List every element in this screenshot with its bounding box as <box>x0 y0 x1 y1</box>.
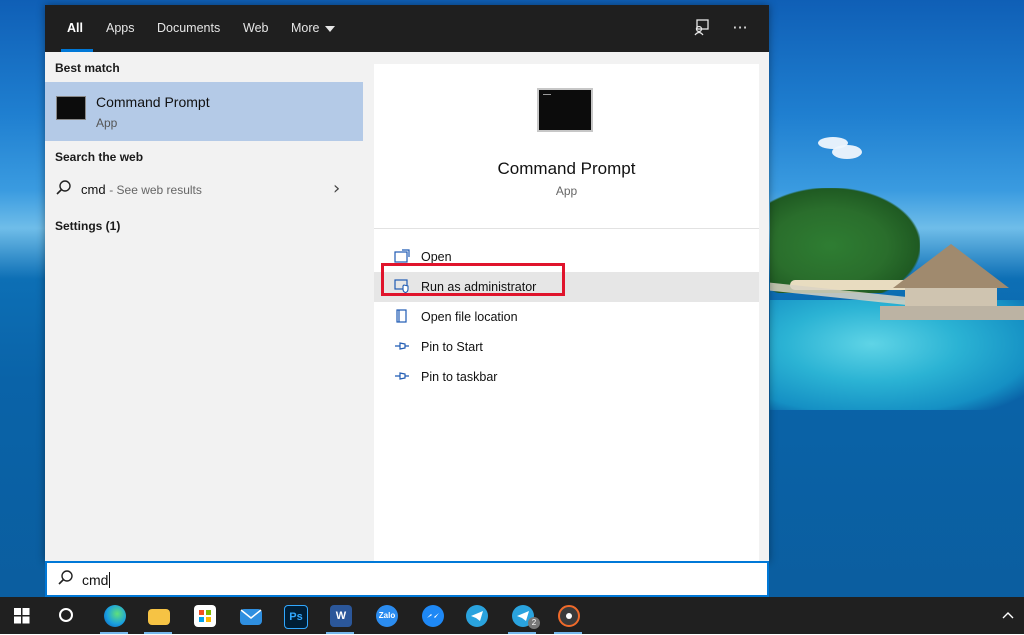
action-open-file-location[interactable]: Open file location <box>374 302 759 332</box>
web-result-item[interactable]: cmd - See web results › <box>45 176 363 204</box>
pin-icon <box>394 369 410 383</box>
open-icon <box>394 249 410 263</box>
edge-icon <box>104 605 126 627</box>
cloud <box>832 145 862 159</box>
start-button[interactable] <box>0 597 44 634</box>
taskbar-edge[interactable] <box>92 597 136 634</box>
taskbar-messenger[interactable] <box>410 597 454 634</box>
web-result-text: cmd - See web results <box>81 182 202 197</box>
action-label: Open file location <box>421 310 518 324</box>
action-label: Pin to taskbar <box>421 370 498 384</box>
start-search-panel: All Apps Documents Web More ··· Best mat… <box>45 5 769 562</box>
preview-pane: Command Prompt App Open Run as administr… <box>374 64 759 562</box>
taskbar: Ps W Zalo 2 <box>0 597 1024 634</box>
cortana-button[interactable] <box>44 597 88 634</box>
taskbar-media-player[interactable] <box>546 597 590 634</box>
telegram-icon <box>466 605 488 627</box>
best-match-subtitle: App <box>96 116 118 130</box>
taskbar-word[interactable]: W <box>318 597 362 634</box>
search-tabs-bar: All Apps Documents Web More ··· <box>45 5 769 52</box>
action-pin-to-taskbar[interactable]: Pin to taskbar <box>374 362 759 392</box>
windows-logo-icon <box>14 608 30 624</box>
tab-more[interactable]: More <box>291 5 336 52</box>
text-cursor <box>109 572 111 588</box>
notification-badge: 2 <box>528 617 540 629</box>
media-player-icon <box>558 605 580 627</box>
chevron-right-icon: › <box>333 178 341 199</box>
search-icon <box>57 569 75 591</box>
messenger-icon <box>422 605 444 627</box>
taskbar-telegram[interactable] <box>454 597 498 634</box>
web-query: cmd <box>81 182 106 197</box>
web-result-suffix: - See web results <box>109 183 202 197</box>
store-bag-icon <box>194 605 216 627</box>
taskbar-store[interactable] <box>182 597 226 634</box>
preview-subtitle: App <box>555 184 578 198</box>
deck <box>880 306 1024 320</box>
pin-icon <box>394 339 410 353</box>
best-match-item[interactable]: Command Prompt App <box>45 82 363 141</box>
tab-documents[interactable]: Documents <box>157 5 220 52</box>
caret-down-icon <box>325 25 336 32</box>
taskbar-zalo[interactable]: Zalo <box>364 597 408 634</box>
zalo-icon: Zalo <box>376 605 398 627</box>
best-match-heading: Best match <box>55 61 120 75</box>
hut <box>905 288 997 308</box>
tab-apps[interactable]: Apps <box>106 5 135 52</box>
taskbar-telegram-2[interactable]: 2 <box>500 597 544 634</box>
folder-icon <box>148 609 170 625</box>
file-location-icon <box>394 309 410 323</box>
tab-more-label: More <box>291 21 320 35</box>
more-options-icon[interactable]: ··· <box>730 18 750 38</box>
preview-title: Command Prompt <box>497 159 636 178</box>
chevron-up-icon <box>1002 612 1014 619</box>
search-input[interactable]: cmd <box>82 572 111 588</box>
best-match-title: Command Prompt <box>96 94 210 110</box>
settings-heading[interactable]: Settings (1) <box>55 219 120 233</box>
cortana-circle-icon <box>59 608 73 622</box>
search-bar[interactable]: cmd <box>45 561 769 597</box>
hut-roof <box>893 244 1009 288</box>
tab-web[interactable]: Web <box>243 5 268 52</box>
command-prompt-large-icon <box>537 88 593 132</box>
search-input-value: cmd <box>82 572 109 588</box>
search-icon <box>55 179 73 201</box>
highlight-annotation-box <box>381 263 565 296</box>
search-web-heading: Search the web <box>55 150 144 164</box>
command-prompt-icon <box>56 96 86 120</box>
results-list: Best match Command Prompt App Search the… <box>45 52 363 562</box>
taskbar-photoshop[interactable]: Ps <box>272 597 316 634</box>
divider <box>374 228 759 229</box>
feedback-icon[interactable] <box>692 18 712 38</box>
tray-overflow-button[interactable] <box>994 597 1024 634</box>
taskbar-mail[interactable] <box>228 597 272 634</box>
action-pin-to-start[interactable]: Pin to Start <box>374 332 759 362</box>
action-label: Open <box>421 250 452 264</box>
tab-all[interactable]: All <box>67 5 83 52</box>
action-label: Pin to Start <box>421 340 483 354</box>
mail-icon <box>240 609 262 625</box>
word-icon: W <box>330 605 352 627</box>
taskbar-file-explorer[interactable] <box>136 597 180 634</box>
photoshop-icon: Ps <box>284 605 308 629</box>
